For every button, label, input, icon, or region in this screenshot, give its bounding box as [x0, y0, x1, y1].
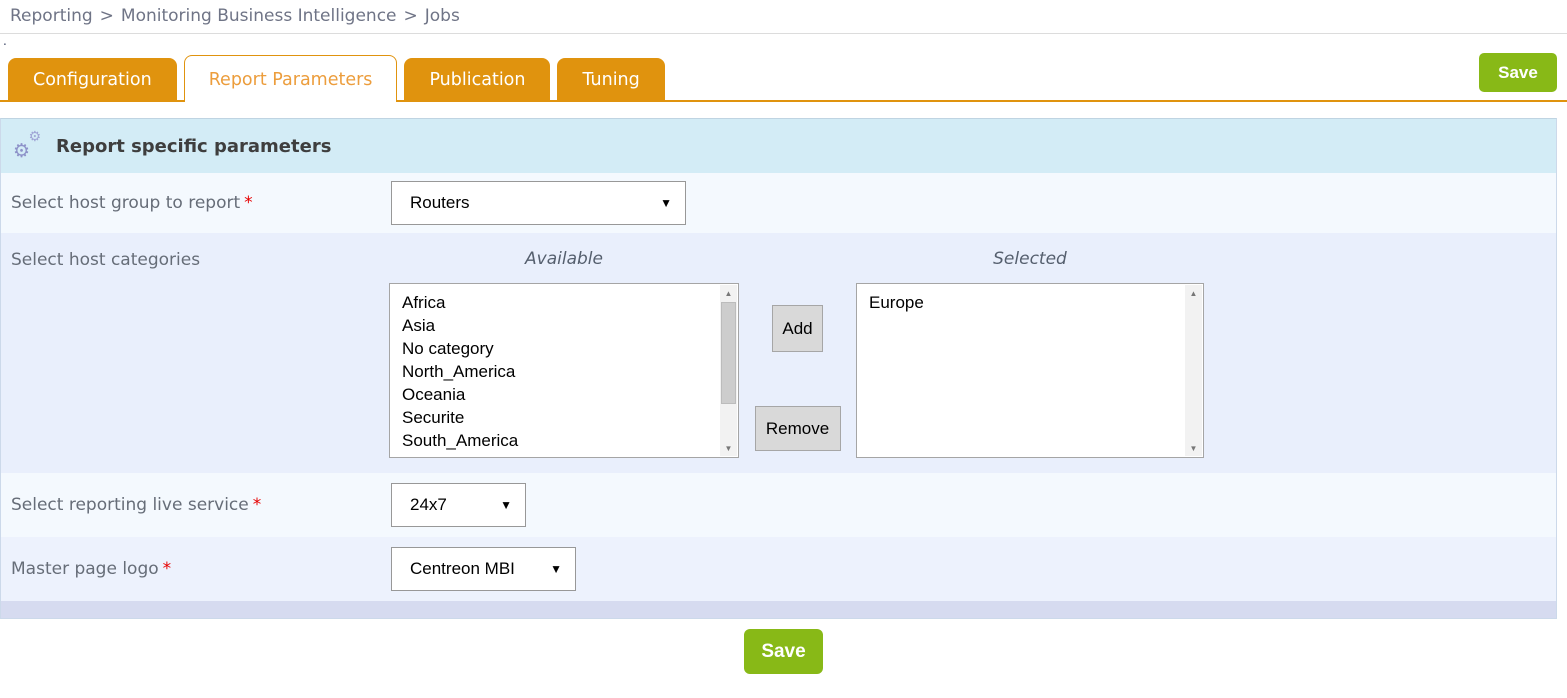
- list-item[interactable]: North_America: [402, 360, 718, 383]
- live-service-label-text: Select reporting live service: [11, 495, 249, 515]
- select-caret-icon: ▼: [500, 498, 512, 512]
- list-item[interactable]: South_America: [402, 429, 718, 452]
- tab-tuning[interactable]: Tuning: [557, 58, 664, 100]
- gears-icon: ⚙ ⚙: [13, 132, 43, 160]
- master-logo-label-text: Master page logo: [11, 559, 159, 579]
- select-caret-icon: ▼: [550, 562, 562, 576]
- master-logo-select[interactable]: Centreon MBI ▼: [391, 547, 576, 591]
- tab-publication[interactable]: Publication: [404, 58, 550, 100]
- dual-list: Available Africa Asia No category North_…: [381, 233, 1204, 458]
- host-group-label: Select host group to report*: [1, 193, 381, 213]
- save-button-bottom[interactable]: Save: [744, 629, 823, 674]
- required-asterisk: *: [253, 495, 262, 515]
- gear-small-icon: ⚙: [28, 130, 41, 144]
- scrollbar[interactable]: ▲ ▼: [720, 285, 737, 456]
- host-group-select[interactable]: Routers ▼: [391, 181, 686, 225]
- list-item[interactable]: Oceania: [402, 383, 718, 406]
- form-row-host-categories: Select host categories Available Africa …: [1, 233, 1556, 473]
- scroll-down-icon[interactable]: ▼: [1185, 440, 1202, 456]
- form-row-host-group: Select host group to report* Routers ▼: [1, 173, 1556, 233]
- breadcrumb-separator: >: [404, 6, 418, 26]
- breadcrumb-link-jobs[interactable]: Jobs: [425, 6, 460, 26]
- list-item[interactable]: No category: [402, 337, 718, 360]
- available-column: Available Africa Asia No category North_…: [389, 249, 739, 458]
- breadcrumb-link-mbi[interactable]: Monitoring Business Intelligence: [121, 6, 397, 26]
- scrollbar[interactable]: ▲ ▼: [1185, 285, 1202, 456]
- breadcrumb-link-reporting[interactable]: Reporting: [10, 6, 93, 26]
- tab-report-parameters[interactable]: Report Parameters: [184, 55, 398, 102]
- tab-configuration[interactable]: Configuration: [8, 58, 177, 100]
- host-categories-label-text: Select host categories: [11, 250, 200, 270]
- form-row-live-service: Select reporting live service* 24x7 ▼: [1, 473, 1556, 537]
- host-group-value: Routers: [410, 193, 470, 213]
- live-service-label: Select reporting live service*: [1, 495, 381, 515]
- table-footer-strip: [1, 601, 1556, 618]
- select-caret-icon: ▼: [660, 196, 672, 210]
- available-heading: Available: [389, 249, 739, 269]
- list-item[interactable]: Europe: [869, 291, 1183, 314]
- available-listbox[interactable]: Africa Asia No category North_America Oc…: [389, 283, 739, 458]
- scroll-up-icon[interactable]: ▲: [720, 285, 737, 301]
- live-service-value: 24x7: [410, 495, 447, 515]
- selected-listbox[interactable]: Europe ▲ ▼: [856, 283, 1204, 458]
- scroll-down-icon[interactable]: ▼: [720, 440, 737, 456]
- breadcrumb: Reporting > Monitoring Business Intelligen…: [0, 0, 1567, 34]
- transfer-buttons: Add Remove: [739, 249, 856, 458]
- breadcrumb-separator: >: [100, 6, 114, 26]
- master-logo-label: Master page logo*: [1, 559, 381, 579]
- list-item[interactable]: Securite: [402, 406, 718, 429]
- host-group-label-text: Select host group to report: [11, 193, 240, 213]
- master-logo-value: Centreon MBI: [410, 559, 515, 579]
- stray-dot: .: [3, 35, 1567, 48]
- required-asterisk: *: [244, 193, 253, 213]
- selected-column: Selected Europe ▲ ▼: [856, 249, 1204, 458]
- remove-button[interactable]: Remove: [755, 406, 841, 451]
- section-header: ⚙ ⚙ Report specific parameters: [1, 119, 1556, 173]
- form-row-master-logo: Master page logo* Centreon MBI ▼: [1, 537, 1556, 601]
- required-asterisk: *: [163, 559, 172, 579]
- tab-bar: Configuration Report Parameters Publicat…: [0, 52, 1567, 102]
- list-item[interactable]: Africa: [402, 291, 718, 314]
- scrollbar-thumb[interactable]: [721, 302, 736, 404]
- host-categories-label: Select host categories: [1, 233, 381, 270]
- report-parameters-panel: ⚙ ⚙ Report specific parameters Select ho…: [0, 118, 1557, 619]
- scroll-up-icon[interactable]: ▲: [1185, 285, 1202, 301]
- selected-heading: Selected: [856, 249, 1204, 269]
- save-button-top[interactable]: Save: [1479, 53, 1557, 92]
- section-title: Report specific parameters: [56, 136, 331, 157]
- live-service-select[interactable]: 24x7 ▼: [391, 483, 526, 527]
- list-item[interactable]: Asia: [402, 314, 718, 337]
- add-button[interactable]: Add: [772, 305, 823, 352]
